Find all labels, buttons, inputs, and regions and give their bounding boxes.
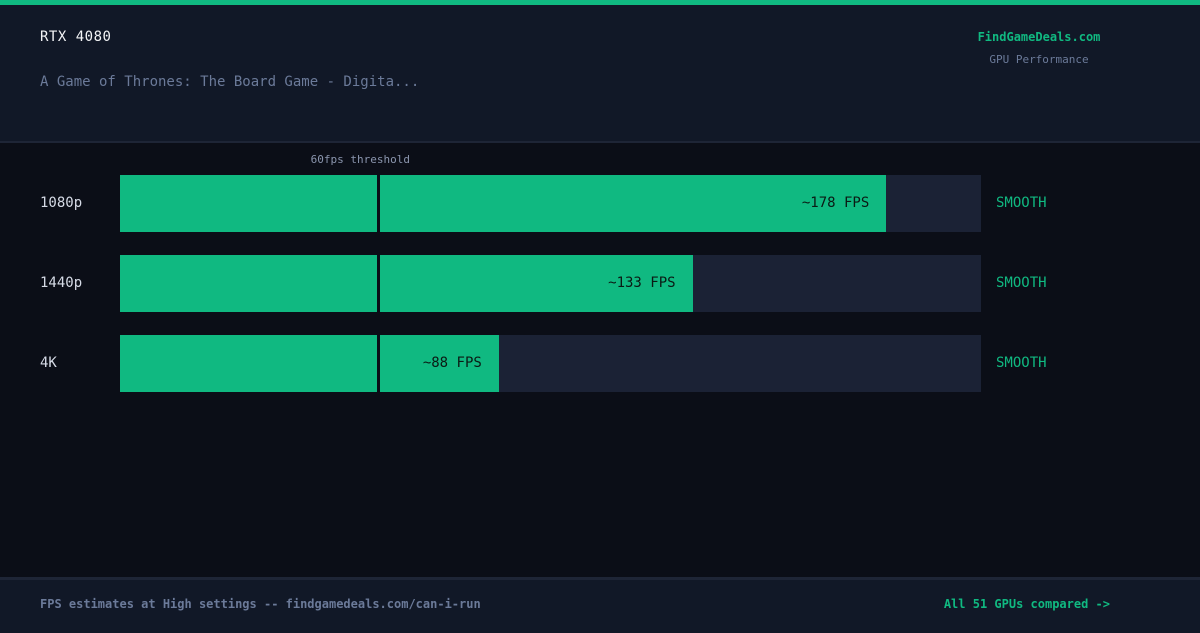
- fps-bar: [120, 175, 887, 232]
- bar-row: 1080p ~178 FPS SMOOTH: [0, 175, 1200, 232]
- gpu-name: RTX 4080: [40, 29, 112, 45]
- fps-chart: 60fps threshold 1080p ~178 FPS SMOOTH 1440p…: [0, 143, 1200, 403]
- threshold-label: 60fps threshold: [310, 153, 410, 166]
- threshold-line: [377, 335, 381, 392]
- brand-subtitle: GPU Performance: [989, 53, 1089, 66]
- fps-value-label: ~178 FPS: [801, 195, 870, 211]
- resolution-label: 1440p: [40, 275, 83, 291]
- bar-row: 4K ~88 FPS SMOOTH: [0, 335, 1200, 392]
- threshold-line: [377, 255, 381, 312]
- footer-note: FPS estimates at High settings -- findga…: [40, 597, 481, 611]
- fps-value-label: ~133 FPS: [608, 275, 676, 291]
- footer: FPS estimates at High settings -- findga…: [0, 577, 1200, 633]
- performance-status: SMOOTH: [996, 275, 1047, 291]
- bar-track: ~178 FPS: [120, 175, 981, 232]
- all-gpus-link[interactable]: All 51 GPUs compared ->: [944, 597, 1110, 611]
- bar-track: ~88 FPS: [120, 335, 981, 392]
- bar-track: ~133 FPS: [120, 255, 981, 312]
- game-title: A Game of Thrones: The Board Game - Digi…: [40, 74, 420, 90]
- performance-status: SMOOTH: [996, 195, 1047, 211]
- bar-row: 1440p ~133 FPS SMOOTH: [0, 255, 1200, 312]
- header: RTX 4080 A Game of Thrones: The Board Ga…: [0, 5, 1200, 143]
- fps-value-label: ~88 FPS: [422, 355, 482, 371]
- resolution-label: 1080p: [40, 195, 83, 211]
- threshold-line: [377, 175, 381, 232]
- performance-status: SMOOTH: [996, 355, 1047, 371]
- resolution-label: 4K: [40, 355, 57, 371]
- fps-bar: [120, 255, 693, 312]
- brand-name[interactable]: FindGameDeals.com: [960, 30, 1118, 44]
